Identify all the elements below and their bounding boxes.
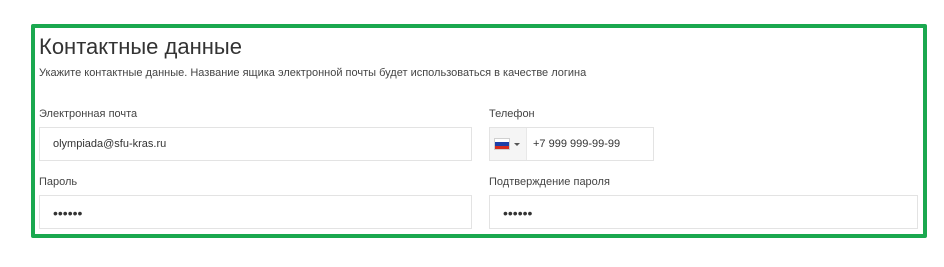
chevron-down-icon [514,142,520,146]
password-field[interactable]: •••••• [39,195,472,229]
phone-field[interactable]: +7 999 999-99-99 [489,127,654,161]
contact-section: Контактные данные Укажите контактные дан… [35,28,923,234]
phone-label: Телефон [489,108,535,120]
country-selector[interactable] [490,128,527,160]
email-field[interactable]: olympiada@sfu-kras.ru [39,127,472,161]
section-subtitle: Укажите контактные данные. Название ящик… [39,67,587,79]
russia-flag-icon [494,138,510,150]
password-label: Пароль [39,176,78,188]
password-value: •••••• [53,205,83,221]
password-confirm-field[interactable]: •••••• [489,195,918,229]
password-confirm-label: Подтверждение пароля [489,176,610,188]
email-label: Электронная почта [39,108,138,120]
phone-value: +7 999 999-99-99 [533,138,621,150]
section-title: Контактные данные [39,34,242,59]
password-confirm-value: •••••• [503,205,533,221]
contact-section-highlight: Контактные данные Укажите контактные дан… [31,24,927,238]
email-value: olympiada@sfu-kras.ru [53,138,167,150]
